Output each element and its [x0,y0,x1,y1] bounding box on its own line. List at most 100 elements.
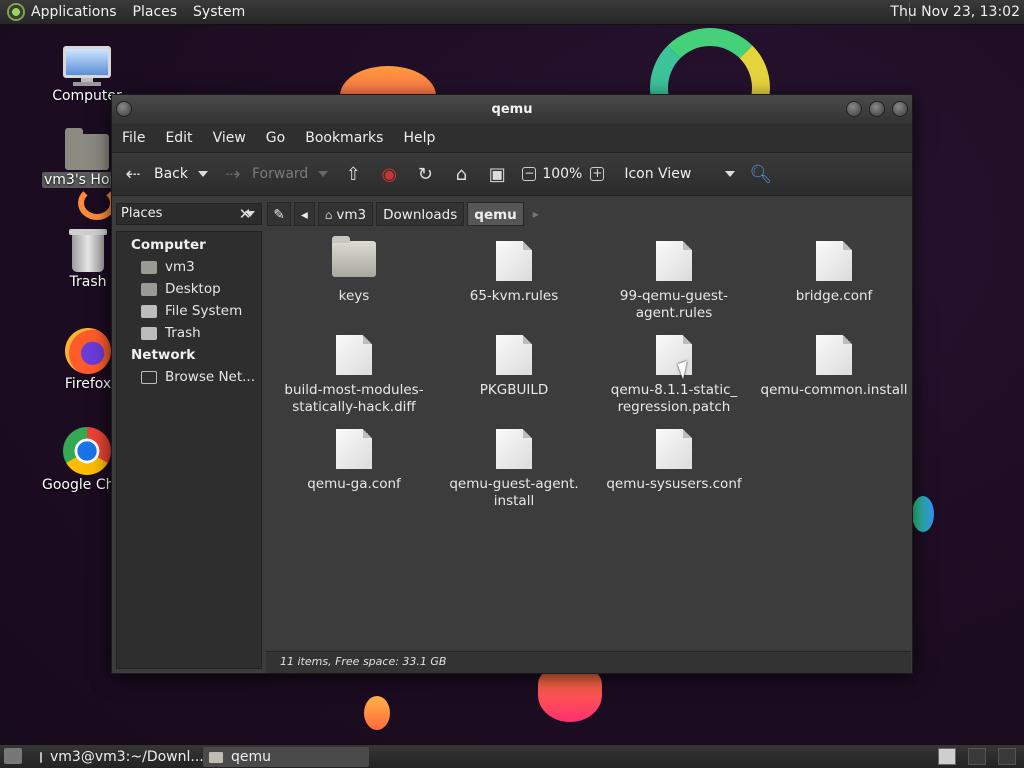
stop-icon: ◉ [381,163,398,185]
places-sidebar: Computer vm3 Desktop File System Trash N… [116,231,262,669]
top-panel: Applications Places System Thu Nov 23, 1… [0,0,1024,25]
home-button[interactable]: ⌂ [450,164,472,185]
breadcrumb-item-vm3[interactable]: ⌂ vm3 [317,202,374,226]
file-item[interactable]: qemu-guest-agent. install [434,423,594,511]
trash-icon [141,326,157,340]
forward-history-dropdown-icon[interactable] [318,171,329,177]
clock[interactable]: Thu Nov 23, 13:02 [890,4,1020,20]
text-file-icon [656,429,692,469]
stop-button[interactable]: ◉ [378,164,400,185]
breadcrumb-item-downloads[interactable]: Downloads [376,202,465,226]
folder-icon [209,751,223,763]
breadcrumb-item-qemu[interactable]: qemu [467,202,524,226]
file-icon-wrapper [496,335,532,375]
status-bar: 11 items, Free space: 33.1 GB [266,651,911,673]
zoom-out-icon[interactable]: − [522,167,537,181]
file-icon-wrapper [656,429,692,469]
sidebar-heading-computer: Computer [131,237,206,253]
computer-button[interactable]: ▣ [486,164,508,185]
file-icon-wrapper [336,429,372,469]
search-button[interactable]: 🔍︎ [749,164,772,185]
back-history-dropdown-icon[interactable] [198,171,208,177]
workspace-3[interactable] [998,748,1016,765]
workspace-2[interactable] [968,748,986,765]
taskbar-item-terminal[interactable]: vm3@vm3:~/Downl... [34,747,204,767]
menu-view[interactable]: View [213,130,246,146]
sidebar-item-trash[interactable]: Trash [117,322,261,344]
reload-button[interactable]: ↻ [414,164,436,185]
file-item[interactable]: bridge.conf [754,235,914,323]
file-name: PKGBUILD [479,382,549,398]
text-file-icon [816,241,852,281]
up-arrow-icon: ⇧ [345,163,361,185]
folder-icon [332,236,376,277]
toolbar: ⇠ Back ⇢ Forward ⇧ ◉ ↻ ⌂ ▣ − 100% + Icon… [112,152,912,196]
close-button[interactable] [892,101,908,117]
text-file-icon [336,335,372,375]
location-row: Places ✕ ✎ ◂ ⌂ vm3 Downloads qemu ▸ [112,197,912,231]
distro-logo-icon[interactable] [7,3,25,21]
computer-monitor-icon: ▣ [488,163,506,185]
file-name: qemu-8.1.1-static_ regression.patch [610,382,738,415]
back-label: Back [154,166,188,182]
file-item[interactable]: qemu-8.1.1-static_ regression.patch [594,329,754,417]
menu-go[interactable]: Go [266,130,285,146]
taskbar-item-qemu[interactable]: qemu [203,747,369,767]
menu-bookmarks[interactable]: Bookmarks [305,130,383,146]
sidebar-item-label: File System [165,303,243,319]
close-sidepane-icon[interactable]: ✕ [234,203,256,225]
file-icon-wrapper [496,241,532,281]
menu-bar: File Edit View Go Bookmarks Help [112,124,912,152]
file-icon-wrapper [816,335,852,375]
view-mode-select[interactable]: Icon View [624,166,736,182]
breadcrumb-back-icon[interactable]: ◂ [294,202,315,226]
file-name: bridge.conf [795,288,873,304]
file-item[interactable]: qemu-sysusers.conf [594,423,754,511]
back-button[interactable]: ⇠ Back [122,164,208,185]
workspace-1[interactable] [938,748,956,765]
firefox-icon [65,328,111,374]
applications-menu[interactable]: Applications [31,4,117,20]
forward-button[interactable]: ⇢ Forward [222,164,329,185]
taskbar-item-label: qemu [231,749,272,765]
text-file-icon [336,429,372,469]
file-name: qemu-common.install [760,382,908,398]
file-item[interactable]: qemu-ga.conf [274,423,434,511]
show-desktop-icon[interactable] [4,748,22,764]
desktop-folder-icon [141,282,157,296]
file-item[interactable]: build-most-modules-statically-hack.diff [274,329,434,417]
menu-edit[interactable]: Edit [165,130,192,146]
maximize-button[interactable] [869,101,885,117]
computer-icon [63,46,111,86]
zoom-in-icon[interactable]: + [590,167,605,181]
zoom-level: 100% [542,166,583,182]
folder-item[interactable]: keys [274,235,434,323]
sidebar-item-vm3[interactable]: vm3 [117,256,261,278]
menu-file[interactable]: File [122,130,145,146]
sidebar-item-file-system[interactable]: File System [117,300,261,322]
file-item[interactable]: qemu-common.install [754,329,914,417]
file-icon-view[interactable]: keys 65-kvm.rules 99-qemu-guest-agent.rule… [266,231,911,651]
home-folder-icon [141,260,157,274]
breadcrumb-forward-icon[interactable]: ▸ [533,207,539,221]
file-item[interactable]: 65-kvm.rules [434,235,594,323]
edit-location-icon[interactable]: ✎ [267,202,291,226]
sidebar-item-label: Trash [165,325,201,341]
minimize-button[interactable] [846,101,862,117]
wallpaper-shape [912,496,934,532]
window-titlebar[interactable]: qemu [112,95,912,124]
window-menu-icon[interactable] [116,101,132,117]
menu-help[interactable]: Help [403,130,435,146]
sidebar-heading-network: Network [131,347,196,363]
sidebar-item-desktop[interactable]: Desktop [117,278,261,300]
file-item[interactable]: PKGBUILD [434,329,594,417]
places-menu[interactable]: Places [133,4,178,20]
file-grid: keys 65-kvm.rules 99-qemu-guest-agent.rule… [274,235,914,511]
file-icon-wrapper [656,241,692,281]
file-item[interactable]: 99-qemu-guest-agent.rules [594,235,754,323]
file-icon-wrapper [336,335,372,375]
sidebar-item-browse-network[interactable]: Browse Net... [117,366,261,388]
up-button[interactable]: ⇧ [342,164,364,185]
taskbar-item-label: vm3@vm3:~/Downl... [50,749,204,765]
system-menu[interactable]: System [193,4,245,20]
